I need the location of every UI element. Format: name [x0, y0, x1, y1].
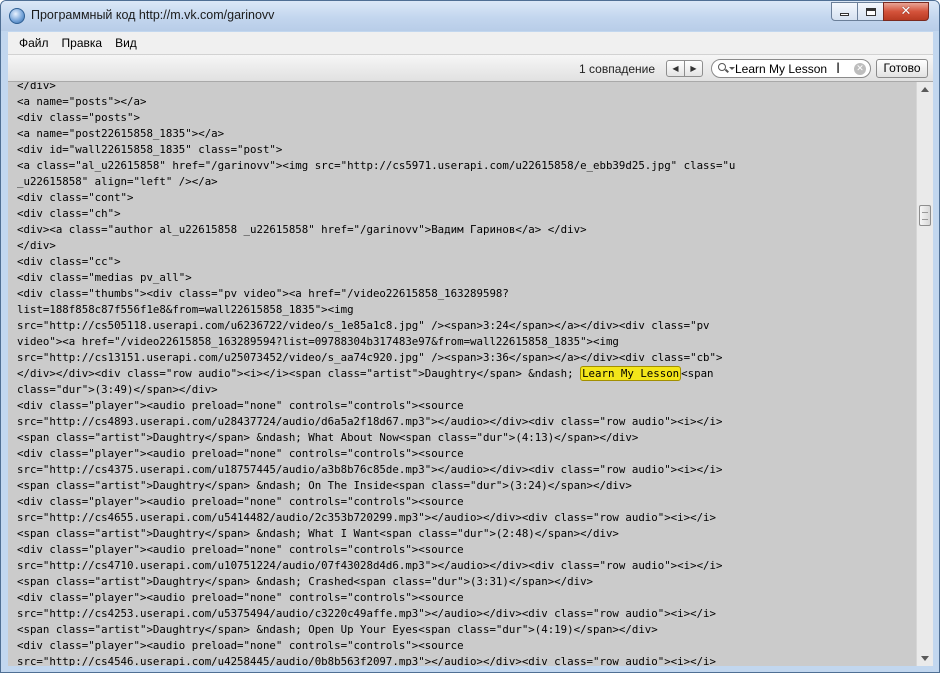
source-line: <span class="artist">Daughtry</span> &nd… — [17, 431, 639, 444]
close-icon: ✕ — [900, 4, 912, 19]
maximize-button[interactable] — [857, 2, 884, 21]
source-line: src="http://cs4375.userapi.com/u18757445… — [17, 463, 723, 476]
search-value[interactable]: Learn My Lesson — [735, 62, 850, 76]
scroll-thumb[interactable] — [919, 205, 931, 226]
window-bottom-frame — [1, 666, 939, 672]
source-line: src="http://cs505118.userapi.com/u623672… — [17, 319, 710, 332]
clear-search-icon[interactable]: ✕ — [854, 63, 866, 75]
source-line: <div class="thumbs"><div class="pv video… — [17, 287, 509, 300]
source-line: <div class="medias pv_all"> — [17, 271, 192, 284]
source-line: <div class="player"><audio preload="none… — [17, 495, 464, 508]
source-line: <span class="artist">Daughtry</span> &nd… — [17, 575, 594, 588]
source-lines: </div> <a name="posts"></a> <div class="po… — [17, 82, 735, 666]
minimize-button[interactable] — [831, 2, 858, 21]
source-line: </div> — [17, 239, 56, 252]
close-button[interactable]: ✕ — [883, 2, 929, 21]
source-line: <span class="artist">Daughtry</span> &nd… — [17, 623, 658, 636]
next-match-button[interactable]: ▶ — [684, 61, 702, 76]
source-line: <div class="player"><audio preload="none… — [17, 543, 464, 556]
source-line: <span class="artist">Daughtry</span> &nd… — [17, 479, 632, 492]
menu-file[interactable]: Файл — [8, 36, 55, 50]
source-line: </div></div><div class="row audio"><i></… — [17, 366, 714, 381]
menu-bar: Файл Правка Вид — [8, 32, 933, 54]
source-line: <div class="ch"> — [17, 207, 121, 220]
source-line: src="http://cs13151.userapi.com/u2507345… — [17, 351, 723, 364]
search-icon[interactable] — [718, 63, 729, 73]
source-line: <a class="al_u22615858" href="/garinovv"… — [17, 159, 736, 172]
window-title: Программный код http://m.vk.com/garinovv — [31, 8, 275, 22]
source-line: <div class="cc"> — [17, 255, 121, 268]
source-line: <a name="post22615858_1835"></a> — [17, 127, 225, 140]
source-line: <a name="posts"></a> — [17, 95, 147, 108]
source-line: src="http://cs4546.userapi.com/u4258445/… — [17, 655, 716, 666]
source-line: src="http://cs4655.userapi.com/u5414482/… — [17, 511, 716, 524]
minimize-icon — [840, 12, 849, 16]
search-match-highlight: Learn My Lesson — [580, 366, 682, 381]
source-line: <span class="artist">Daughtry</span> &nd… — [17, 527, 619, 540]
source-line: <div class="player"><audio preload="none… — [17, 591, 464, 604]
text-cursor-icon: I — [836, 61, 841, 77]
source-line: <div class="posts"> — [17, 111, 140, 124]
source-line: video"><a href="/video22615858_163289594… — [17, 335, 619, 348]
find-bar: 1 совпадение ◀ ▶ Learn My Lesson I ✕ Гот… — [8, 54, 933, 82]
title-bar[interactable]: Программный код http://m.vk.com/garinovv… — [1, 1, 939, 31]
source-line: class="dur">(3:49)</span></div> — [17, 383, 218, 396]
source-line: <div class="player"><audio preload="none… — [17, 447, 464, 460]
done-button[interactable]: Готово — [876, 59, 928, 78]
source-line: <div class="cont"> — [17, 191, 134, 204]
source-line: <div class="player"><audio preload="none… — [17, 399, 464, 412]
search-input[interactable]: Learn My Lesson I ✕ — [711, 59, 871, 78]
source-window: Программный код http://m.vk.com/garinovv… — [0, 0, 940, 673]
vertical-scrollbar[interactable] — [916, 82, 933, 666]
match-navigation: ◀ ▶ — [666, 60, 703, 77]
source-line: </div> — [17, 82, 56, 92]
match-count: 1 совпадение — [579, 62, 656, 76]
source-line: _u22615858" align="left" /></a> — [17, 175, 218, 188]
source-line: <div class="player"><audio preload="none… — [17, 639, 464, 652]
source-line: src="http://cs4893.userapi.com/u28437724… — [17, 415, 723, 428]
scroll-up-arrow-icon[interactable] — [921, 87, 929, 92]
globe-icon[interactable] — [9, 8, 25, 24]
menu-edit[interactable]: Правка — [56, 36, 109, 50]
scroll-down-arrow-icon[interactable] — [921, 656, 929, 661]
source-line: <div><a class="author al_u22615858 _u226… — [17, 223, 587, 236]
source-line: src="http://cs4253.userapi.com/u5375494/… — [17, 607, 716, 620]
maximize-icon — [865, 7, 876, 16]
source-line: list=188f858c87f556f1e8&from=wall2261585… — [17, 303, 354, 316]
source-line: src="http://cs4710.userapi.com/u10751224… — [17, 559, 723, 572]
previous-match-button[interactable]: ◀ — [667, 61, 684, 76]
source-line: <div id="wall22615858_1835" class="post"… — [17, 143, 283, 156]
menu-view[interactable]: Вид — [109, 36, 143, 50]
source-code-view[interactable]: </div> <a name="posts"></a> <div class="po… — [8, 82, 916, 666]
